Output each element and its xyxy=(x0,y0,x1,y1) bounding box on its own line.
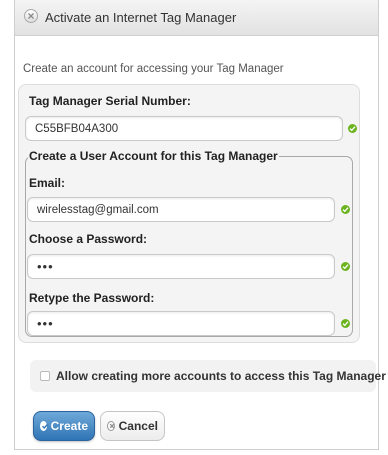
password-label: Choose a Password: xyxy=(29,232,148,246)
account-fieldset: Create a User Account for this Tag Manag… xyxy=(25,149,353,337)
allow-more-accounts-label: Allow creating more accounts to access t… xyxy=(56,369,386,383)
email-field[interactable] xyxy=(27,197,335,222)
serial-label: Tag Manager Serial Number: xyxy=(29,94,191,108)
create-button[interactable]: Create xyxy=(33,411,95,441)
serial-valid-check-icon xyxy=(348,124,357,133)
serial-input[interactable] xyxy=(25,116,343,141)
check-icon xyxy=(40,421,49,431)
retype-password-field[interactable] xyxy=(27,311,335,336)
password-valid-check-icon xyxy=(341,262,350,271)
dialog-intro: Create an account for accessing your Tag… xyxy=(23,63,284,75)
dialog-title: Activate an Internet Tag Manager xyxy=(45,10,237,25)
allow-more-accounts-checkbox[interactable] xyxy=(40,371,50,381)
email-label: Email: xyxy=(29,176,66,190)
create-button-label: Create xyxy=(50,419,88,433)
retype-password-label: Retype the Password: xyxy=(29,291,155,305)
email-valid-check-icon xyxy=(341,205,350,214)
close-icon[interactable] xyxy=(24,9,38,23)
allow-more-accounts-row[interactable]: Allow creating more accounts to access t… xyxy=(30,360,386,392)
cancel-button[interactable]: Cancel xyxy=(100,411,165,441)
dialog-titlebar: Activate an Internet Tag Manager xyxy=(15,0,378,36)
retype-valid-check-icon xyxy=(341,319,350,328)
form-panel: Tag Manager Serial Number: Create a User… xyxy=(18,84,360,343)
cancel-button-label: Cancel xyxy=(118,419,158,433)
close-circle-icon xyxy=(107,421,115,431)
account-legend: Create a User Account for this Tag Manag… xyxy=(29,149,278,163)
password-field[interactable] xyxy=(27,254,335,279)
